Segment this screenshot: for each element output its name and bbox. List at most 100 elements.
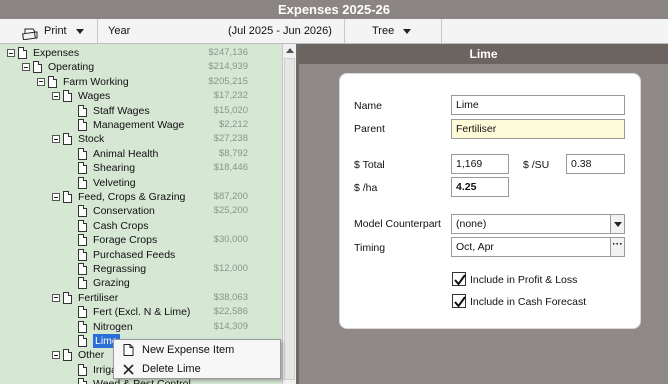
per-ha-label: $ /ha: [354, 182, 378, 194]
tree-node-label: Management Wage: [93, 119, 185, 131]
document-icon: [18, 47, 27, 59]
document-icon: [78, 219, 87, 232]
tree-node-amount: $12,000: [213, 263, 248, 274]
per-su-field[interactable]: 0.38: [566, 154, 625, 174]
tree-node-amount: $30,000: [213, 234, 248, 246]
document-icon: [78, 162, 87, 175]
document-icon: [78, 234, 87, 247]
tree-node-item[interactable]: Shearing $18,446: [0, 161, 282, 175]
tree-node-amount: $14,309: [213, 320, 248, 332]
tree-node-label: Other: [78, 349, 105, 362]
tree-node-amount: $17,232: [213, 90, 248, 102]
collapse-toggle-icon[interactable]: [52, 293, 60, 302]
document-icon: [48, 75, 57, 88]
tree-node-label: Grazing: [93, 277, 130, 290]
tree-node-group[interactable]: Wages $17,232: [0, 89, 282, 103]
model-counterpart-select[interactable]: (none): [451, 214, 625, 234]
total-label: $ Total: [354, 159, 385, 171]
tree-node-group[interactable]: Farm Working $205,215: [0, 75, 282, 89]
collapse-toggle-icon[interactable]: [37, 77, 45, 86]
per-su-label: $ /SU: [523, 159, 550, 171]
tree-node-item[interactable]: Nitrogen $14,309: [0, 320, 282, 334]
name-field[interactable]: Lime: [451, 95, 625, 115]
tree-node-amount: $2,212: [218, 119, 248, 130]
ellipsis-icon: ···: [612, 238, 623, 250]
document-icon: [78, 263, 87, 275]
tree-node-item[interactable]: Conservation $25,200: [0, 204, 282, 218]
tree-node-item[interactable]: Fert (Excl. N & Lime) $22,586: [0, 305, 282, 319]
tree-node-group[interactable]: Operating $214,939: [0, 60, 282, 74]
total-field[interactable]: 1,169: [451, 154, 509, 174]
tree-node-amount: $214,939: [208, 61, 248, 73]
collapse-toggle-icon[interactable]: [52, 193, 60, 201]
collapse-toggle-icon[interactable]: [52, 351, 60, 360]
view-mode-dropdown[interactable]: Tree: [344, 19, 441, 43]
tree-node-group[interactable]: Expenses $247,136: [0, 46, 282, 60]
include-profit-loss-label: Include in Profit & Loss: [470, 274, 578, 286]
delete-lime-menu-item[interactable]: Delete Lime: [114, 360, 280, 378]
dropdown-button[interactable]: [610, 215, 624, 233]
year-range-label: (Jul 2025 - Jun 2026): [228, 25, 332, 37]
tree-node-item[interactable]: Forage Crops $30,000: [0, 233, 282, 247]
collapse-toggle-icon[interactable]: [22, 63, 30, 72]
include-profit-loss-checkbox[interactable]: [452, 272, 466, 286]
tree-node-item[interactable]: Animal Health $8,792: [0, 147, 282, 161]
include-cash-forecast-checkbox[interactable]: [452, 294, 466, 308]
tree-node-amount: $38,063: [213, 291, 248, 303]
detail-card: Name Lime Parent Fertiliser $ Total 1,16…: [339, 73, 641, 329]
parent-field[interactable]: Fertiliser: [451, 119, 625, 139]
tree-node-amount: $27,238: [213, 133, 248, 145]
toolbar-divider: [97, 19, 98, 43]
tree-node-group[interactable]: Stock $27,238: [0, 132, 282, 146]
tree-node-item[interactable]: Cash Crops: [0, 219, 282, 233]
document-icon: [63, 349, 72, 362]
per-ha-field[interactable]: 4.25: [451, 177, 509, 197]
collapse-toggle-icon[interactable]: [52, 135, 60, 144]
tree-node-label: Farm Working: [63, 75, 129, 88]
tree-node-label: Wages: [78, 90, 111, 103]
expense-tree[interactable]: Expenses $247,136 Operating $214,939 Farm Wo…: [0, 44, 296, 384]
scroll-thumb[interactable]: [284, 58, 295, 380]
toolbar: Print Year (Jul 2025 - Jun 2026) Tree: [0, 19, 668, 44]
collapse-toggle-icon[interactable]: [7, 49, 15, 57]
tree-node-item[interactable]: Purchased Feeds: [0, 248, 282, 262]
print-label: Print: [44, 25, 67, 37]
timing-field[interactable]: Oct, Apr ···: [451, 237, 625, 257]
tree-node-label: Purchased Feeds: [93, 248, 176, 261]
window-title: Expenses 2025-26: [0, 0, 668, 19]
tree-node-amount: $247,136: [208, 47, 248, 58]
tree-node-label: Nitrogen: [93, 320, 133, 333]
checkmark-icon: [454, 274, 466, 286]
collapse-toggle-icon[interactable]: [52, 92, 60, 101]
tree-node-group[interactable]: Fertiliser $38,063: [0, 291, 282, 305]
timing-value: Oct, Apr: [456, 241, 494, 253]
scroll-up-icon[interactable]: [286, 48, 294, 53]
tree-node-item[interactable]: Grazing: [0, 276, 282, 290]
tree-node-amount: $87,200: [213, 191, 248, 202]
detail-title: Lime: [299, 44, 668, 64]
chevron-down-icon: [614, 222, 622, 227]
tree-node-group[interactable]: Feed, Crops & Grazing $87,200: [0, 190, 282, 204]
tree-node-item[interactable]: Velveting: [0, 176, 282, 190]
name-label: Name: [354, 100, 383, 112]
document-icon: [63, 191, 72, 203]
document-icon: [78, 363, 87, 376]
timing-picker-button[interactable]: ···: [610, 238, 624, 256]
tree-node-item[interactable]: Regrassing $12,000: [0, 262, 282, 276]
tree-node-label: Operating: [48, 61, 95, 74]
menu-item-label: New Expense Item: [142, 344, 235, 356]
toolbar-divider: [441, 19, 442, 43]
document-icon: [63, 90, 72, 103]
document-icon: [78, 378, 87, 384]
tree-node-item[interactable]: Staff Wages $15,020: [0, 104, 282, 118]
panel-splitter[interactable]: [296, 44, 299, 384]
document-icon: [78, 306, 87, 319]
tree-node-amount: $25,200: [213, 205, 248, 217]
chevron-down-icon: [403, 29, 411, 34]
tree-scrollbar[interactable]: [282, 44, 296, 384]
printer-icon: [22, 25, 38, 41]
print-button[interactable]: Print: [2, 19, 94, 43]
document-icon: [78, 248, 87, 261]
new-expense-item-menu-item[interactable]: New Expense Item: [114, 341, 280, 359]
tree-node-item[interactable]: Management Wage $2,212: [0, 118, 282, 132]
